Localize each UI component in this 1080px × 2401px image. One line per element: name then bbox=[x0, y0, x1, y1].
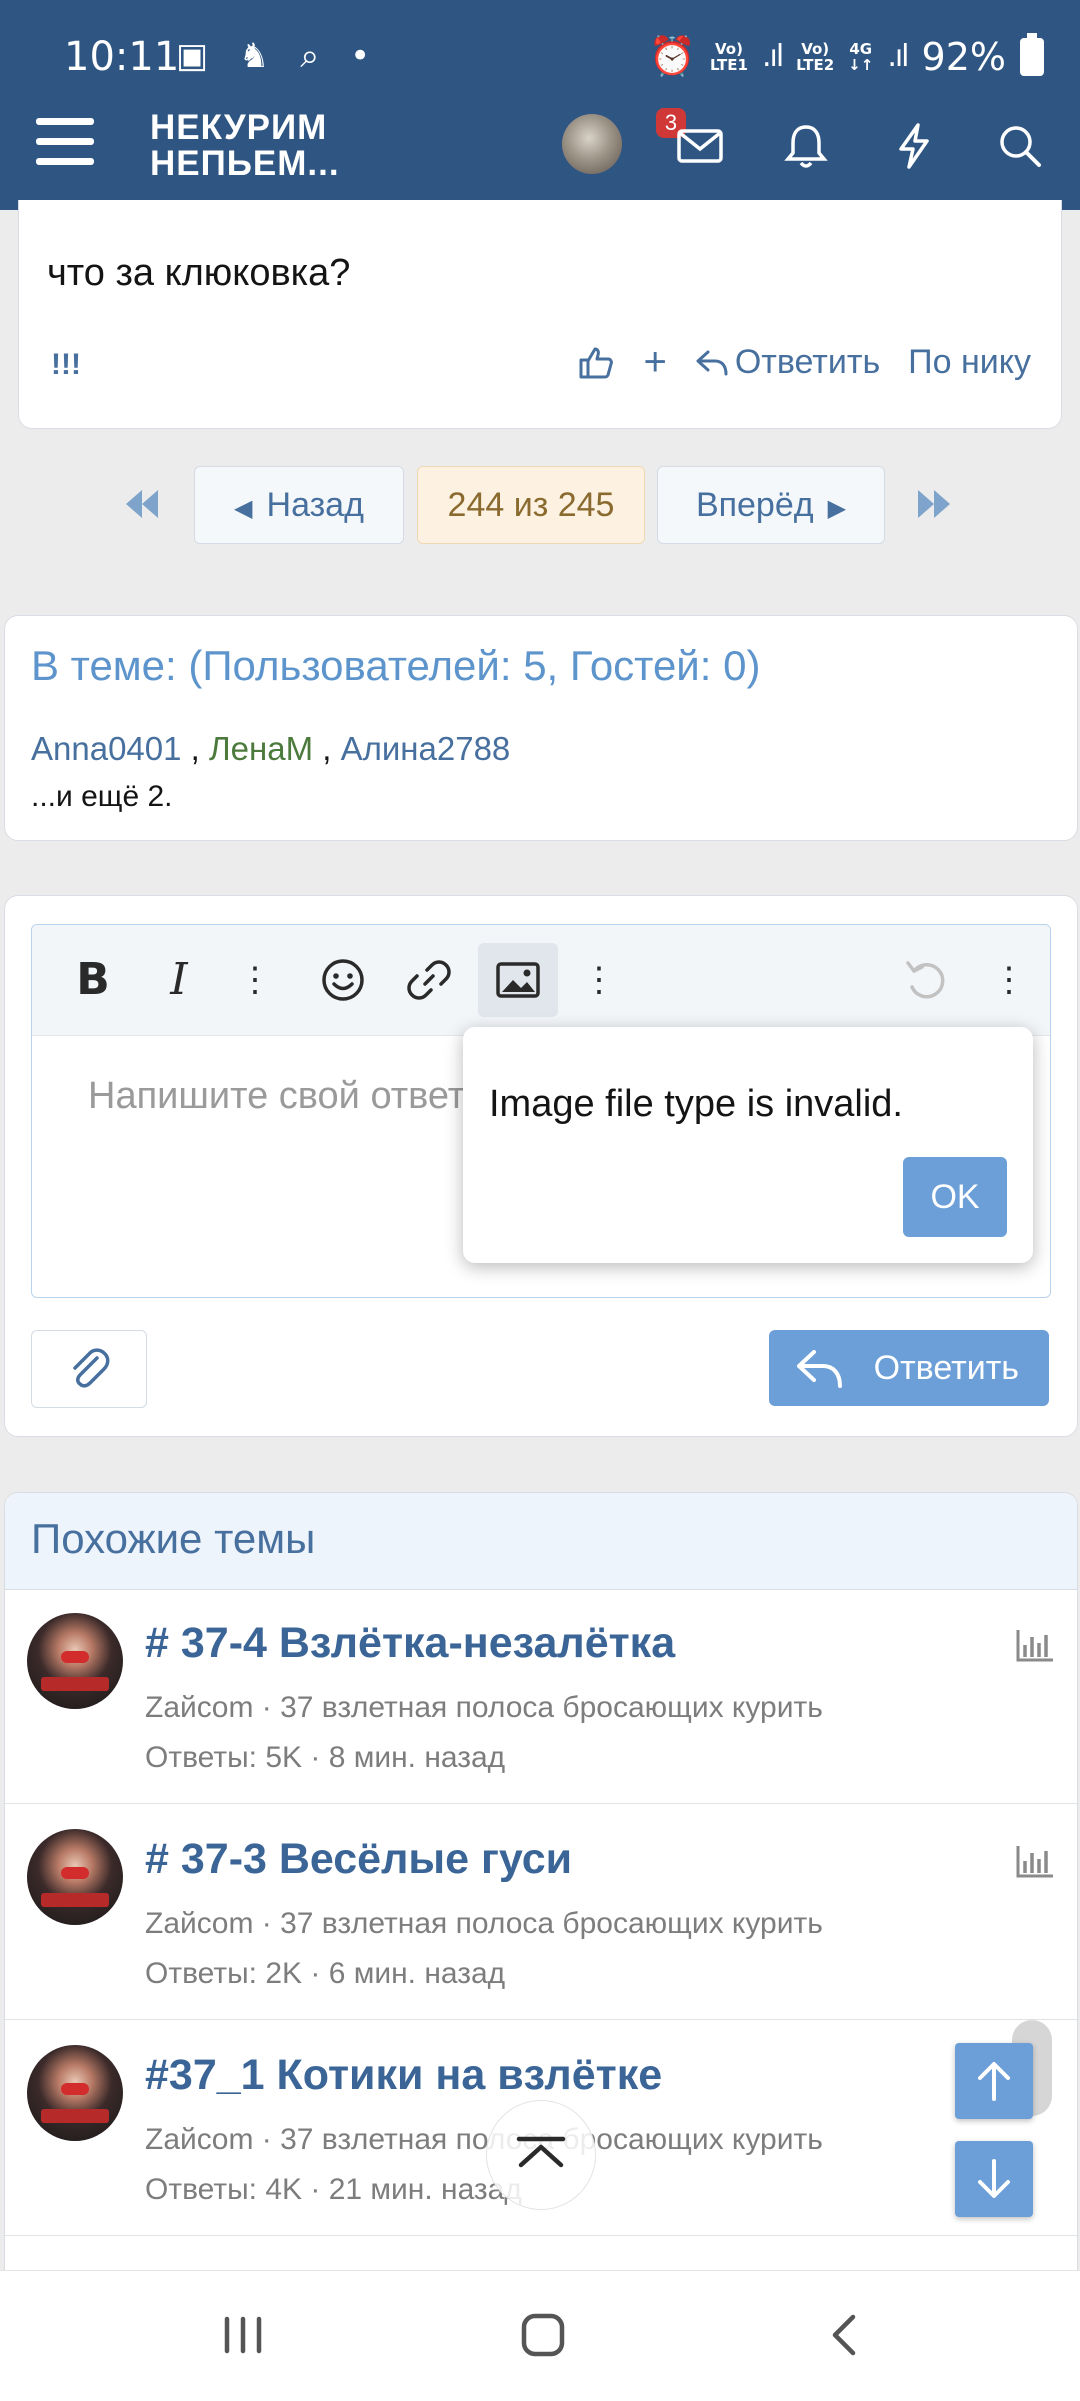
poll-chart-icon bbox=[1016, 1846, 1053, 1878]
user-link[interactable]: Anna0401 bbox=[31, 730, 181, 767]
smiley-icon[interactable] bbox=[316, 953, 370, 1007]
italic-button[interactable]: I bbox=[152, 953, 206, 1007]
site-logo[interactable]: НЕКУРИМ НЕПЬЕМ... bbox=[150, 110, 340, 182]
arrow-down-icon bbox=[978, 2159, 1010, 2198]
author-avatar[interactable] bbox=[27, 1829, 123, 1925]
topic-meta: Zaйcom · 37 взлетная полоса бросающих ку… bbox=[145, 2123, 823, 2156]
user-link[interactable]: Алина2788 bbox=[341, 730, 511, 767]
scroll-top-button[interactable] bbox=[955, 2043, 1033, 2119]
current-page-indicator[interactable]: 244 из 245 bbox=[417, 466, 645, 544]
next-page-button[interactable]: Вперёд ▶ bbox=[657, 466, 885, 544]
similar-topics-header: Похожие темы bbox=[5, 1493, 1077, 1590]
search-icon[interactable] bbox=[994, 120, 1046, 172]
post-marker[interactable]: !!! bbox=[51, 348, 81, 382]
topic-stats: Ответы: 5K · 8 мин. назад bbox=[145, 1741, 506, 1774]
user-avatar[interactable] bbox=[562, 114, 622, 174]
more-insert-icon[interactable]: ⋮ bbox=[572, 953, 626, 1007]
reply-input[interactable]: Напишите свой ответ bbox=[88, 1075, 465, 1118]
poll-chart-icon bbox=[1016, 1630, 1053, 1662]
prev-page-button[interactable]: ◀ Назад bbox=[194, 466, 404, 544]
similar-topic-row[interactable]: # 37-4 Взлётка-незалётка Zaйcom · 37 взл… bbox=[5, 1589, 1077, 1804]
topic-meta: Zaйcom · 37 взлетная полоса бросающих ку… bbox=[145, 1907, 823, 1940]
signal1-icon: .ıl bbox=[761, 39, 784, 74]
signal2-icon: .ıl bbox=[887, 39, 909, 74]
topic-stats: Ответы: 4K · 21 мин. назад bbox=[145, 2173, 522, 2206]
caret-right-icon: ▶ bbox=[827, 495, 847, 522]
back-icon[interactable] bbox=[815, 2305, 875, 2365]
alarm-icon: ⏰ bbox=[648, 34, 696, 78]
similar-topics-title: Похожие темы bbox=[31, 1515, 316, 1562]
more-users: ...и ещё 2. bbox=[31, 780, 173, 813]
users-in-topic: В теме: (Пользователей: 5, Гостей: 0) An… bbox=[4, 615, 1078, 841]
lightning-icon[interactable] bbox=[888, 120, 940, 172]
paperclip-icon bbox=[73, 1348, 110, 1388]
topic-title[interactable]: #37_1 Котики на взлётке bbox=[145, 2051, 662, 2100]
similar-topic-row[interactable]: # 37-3 Весёлые гуси Zaйcom · 37 взлетная… bbox=[5, 1805, 1077, 2020]
battery-percent: 92% bbox=[921, 34, 1006, 79]
author-avatar[interactable] bbox=[27, 2045, 123, 2141]
user-list: Anna0401 , ЛенаМ , Алина2788 bbox=[31, 730, 511, 767]
users-in-topic-title: В теме: (Пользователей: 5, Гостей: 0) bbox=[31, 642, 761, 689]
similar-topics: Похожие темы # 37-4 Взлётка-незалётка Za… bbox=[4, 1492, 1078, 2394]
pagination: ◀ Назад 244 из 245 Вперёд ▶ bbox=[0, 466, 1080, 544]
by-nick-link[interactable]: По нику bbox=[908, 343, 1031, 382]
status-time: 10:11 bbox=[64, 34, 180, 80]
reply-link[interactable]: Ответить bbox=[695, 343, 880, 382]
app-header: НЕКУРИМ НЕПЬЕМ... 3 bbox=[0, 88, 1080, 210]
ok-button[interactable]: OK bbox=[903, 1157, 1007, 1237]
arrow-up-icon bbox=[978, 2062, 1010, 2101]
scroll-bottom-button[interactable] bbox=[955, 2141, 1033, 2217]
network-type: 4G ↓↑ bbox=[848, 39, 874, 74]
topic-title[interactable]: # 37-4 Взлётка-незалётка bbox=[145, 1619, 675, 1668]
notification-icons: ▣ ♞ ⌕ • bbox=[176, 36, 381, 76]
attach-button[interactable] bbox=[31, 1330, 147, 1408]
submit-reply-button[interactable]: Ответить bbox=[769, 1330, 1049, 1406]
error-message: Image file type is invalid. bbox=[489, 1083, 903, 1125]
editor-options-icon[interactable]: ⋮ bbox=[982, 953, 1036, 1007]
image-button[interactable] bbox=[478, 943, 558, 1017]
sim1-indicator: Vo) LTE1 bbox=[709, 39, 748, 74]
caret-left-icon: ◀ bbox=[234, 495, 253, 522]
post-card: что за клюковка? !!! + Ответить По нику bbox=[18, 200, 1062, 429]
battery-icon bbox=[1020, 32, 1044, 76]
image-icon bbox=[496, 962, 540, 998]
first-page-icon[interactable] bbox=[122, 486, 162, 522]
topic-meta: Zaйcom · 37 взлетная полоса бросающих ку… bbox=[145, 1691, 823, 1724]
system-nav-bar bbox=[0, 2270, 1080, 2401]
add-reaction-button[interactable]: + bbox=[643, 340, 666, 385]
recent-apps-icon[interactable] bbox=[213, 2305, 273, 2365]
inbox-icon[interactable] bbox=[674, 120, 726, 172]
menu-icon[interactable] bbox=[36, 118, 94, 166]
user-link[interactable]: ЛенаМ bbox=[209, 730, 313, 767]
post-actions: !!! + Ответить По нику bbox=[19, 330, 1061, 400]
topic-stats: Ответы: 2K · 6 мин. назад bbox=[145, 1957, 506, 1990]
reply-arrow-icon bbox=[797, 1350, 842, 1388]
reply-arrow-icon bbox=[696, 350, 728, 375]
bold-button[interactable]: B bbox=[66, 953, 120, 1007]
undo-icon[interactable] bbox=[898, 953, 952, 1007]
post-text: что за клюковка? bbox=[47, 252, 351, 294]
collapse-button[interactable] bbox=[486, 2100, 596, 2210]
chevron-up-icon bbox=[516, 2136, 566, 2168]
home-icon[interactable] bbox=[513, 2305, 573, 2365]
topic-title[interactable]: # 37-3 Весёлые гуси bbox=[145, 1835, 572, 1884]
like-icon[interactable] bbox=[577, 344, 615, 382]
more-formatting-icon[interactable]: ⋮ bbox=[228, 953, 282, 1007]
editor-toolbar: B I ⋮ ⋮ ⋮ bbox=[32, 925, 1050, 1036]
author-avatar[interactable] bbox=[27, 1613, 123, 1709]
last-page-icon[interactable] bbox=[914, 486, 954, 522]
sim2-indicator: Vo) LTE2 bbox=[796, 39, 835, 74]
bell-icon[interactable] bbox=[780, 120, 832, 172]
link-icon[interactable] bbox=[402, 953, 456, 1007]
error-dialog: Image file type is invalid. OK bbox=[463, 1027, 1033, 1263]
status-right: ⏰ Vo) LTE1 .ıl Vo) LTE2 4G ↓↑ .ıl 92% bbox=[648, 32, 1044, 79]
